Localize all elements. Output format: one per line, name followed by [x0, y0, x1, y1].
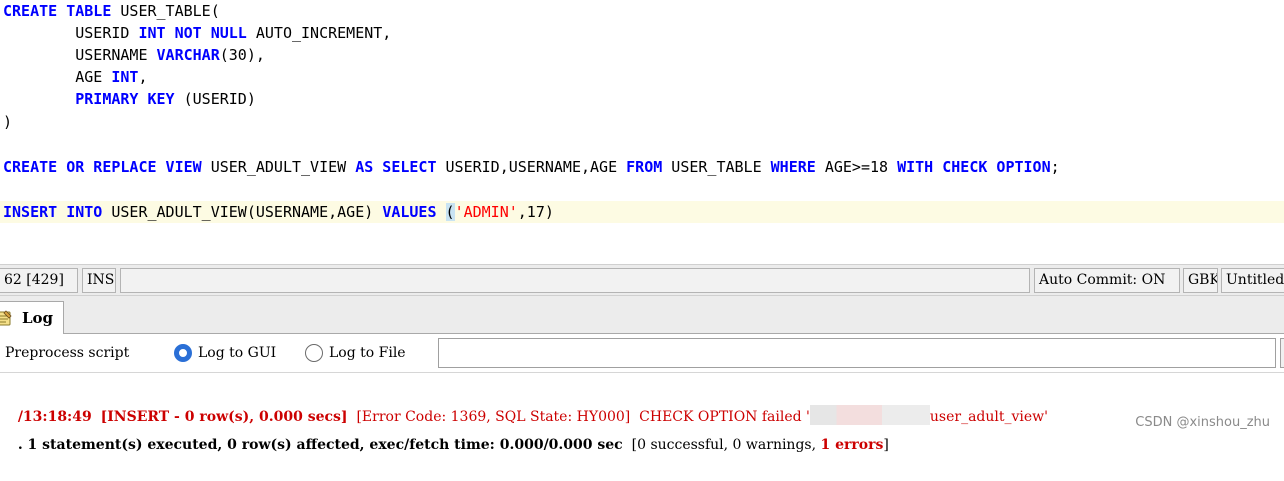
sql-token: USER_TABLE [662, 158, 771, 176]
code-line: ) [3, 111, 12, 133]
sql-keyword: CREATE OR REPLACE VIEW [3, 158, 202, 176]
sql-keyword: PRIMARY KEY [75, 90, 175, 108]
log-output[interactable]: /13:18:49 [INSERT - 0 row(s), 0.000 secs… [0, 372, 1284, 453]
sql-token: USER_ADULT_VIEW(USERNAME,AGE) [102, 203, 383, 221]
sql-keyword: FROM [626, 158, 663, 176]
code-line: AGE INT, [3, 66, 148, 88]
log-file-path-input[interactable] [438, 338, 1276, 368]
sql-keyword: VALUES [382, 203, 437, 221]
sql-keyword: INT [111, 68, 139, 86]
encoding-indicator[interactable]: GBK [1183, 268, 1218, 293]
sql-token: AUTO_INCREMENT, [246, 24, 392, 42]
status-bar: 62 [429] INS Auto Commit: ON GBK Untitle… [0, 264, 1284, 296]
sql-token: USERID [3, 24, 139, 42]
tab-log-label: Log [22, 309, 54, 327]
sql-token: USERNAME [3, 46, 157, 64]
sql-token: ,17) [517, 203, 554, 221]
log-entry-summary: . 1 statement(s) executed, 0 row(s) affe… [0, 409, 889, 481]
code-line: CREATE OR REPLACE VIEW USER_ADULT_VIEW A… [3, 156, 1060, 178]
code-line: USERID INT NOT NULL AUTO_INCREMENT, [3, 22, 391, 44]
sql-string: 'ADMIN' [454, 203, 518, 221]
sql-token: USERID,USERNAME,AGE [436, 158, 627, 176]
log-summary-errors: 1 errors [820, 437, 884, 453]
sql-keyword: CREATE TABLE [3, 2, 112, 20]
log-summary-text: . 1 statement(s) executed, 0 row(s) affe… [17, 437, 623, 453]
code-line: CREATE TABLE USER_TABLE( [3, 0, 220, 22]
sql-token: ) [3, 113, 13, 131]
watermark: CSDN @xinshou_zhu [1135, 415, 1270, 430]
sql-token: USER_TABLE( [111, 2, 220, 20]
sql-editor[interactable]: CREATE TABLE USER_TABLE( USERID INT NOT … [0, 0, 1284, 262]
autocommit-indicator[interactable]: Auto Commit: ON [1034, 268, 1180, 293]
status-message [120, 268, 1030, 293]
log-entry-view-name: user_adult_view' [929, 409, 1049, 425]
log-to-file-label[interactable]: Log to File [329, 342, 406, 364]
sql-token: (USERID) [174, 90, 256, 108]
sql-token: USER_ADULT_VIEW [201, 158, 356, 176]
cursor-position: 62 [429] [0, 268, 78, 293]
code-line: PRIMARY KEY (USERID) [3, 88, 256, 110]
sql-keyword: INT NOT NULL [138, 24, 247, 42]
sql-token: (30), [219, 46, 265, 64]
sql-token: AGE>=18 [815, 158, 898, 176]
code-line: USERNAME VARCHAR(30), [3, 44, 265, 66]
log-to-gui-label[interactable]: Log to GUI [198, 342, 276, 364]
output-tab-bar: Log [0, 296, 1284, 334]
browse-button[interactable] [1280, 338, 1284, 368]
tab-log[interactable]: Log [0, 301, 64, 334]
log-to-file-radio[interactable] [305, 344, 323, 362]
sql-token: , [138, 68, 148, 86]
log-summary-close: ] [883, 437, 889, 453]
sql-keyword: WHERE [770, 158, 816, 176]
log-options-bar: Preprocess script Log to GUI Log to File [0, 334, 1284, 372]
notepad-icon [0, 310, 12, 326]
code-line-current: INSERT INTO USER_ADULT_VIEW(USERNAME,AGE… [0, 201, 1284, 223]
sql-keyword: VARCHAR [156, 46, 220, 64]
tab-title-indicator: Untitled [1221, 268, 1284, 293]
preprocess-script-label: Preprocess script [5, 345, 130, 361]
log-summary-counts: [0 successful, 0 warnings, [631, 437, 821, 453]
log-to-gui-radio[interactable] [174, 344, 192, 362]
sql-keyword: WITH CHECK OPTION [897, 158, 1051, 176]
sql-token: AGE [3, 68, 112, 86]
sql-keyword: INSERT INTO [3, 203, 103, 221]
sql-token: ; [1050, 158, 1060, 176]
sql-token: ( [445, 203, 455, 221]
insert-mode-indicator[interactable]: INS [82, 268, 116, 293]
sql-keyword: AS SELECT [355, 158, 437, 176]
